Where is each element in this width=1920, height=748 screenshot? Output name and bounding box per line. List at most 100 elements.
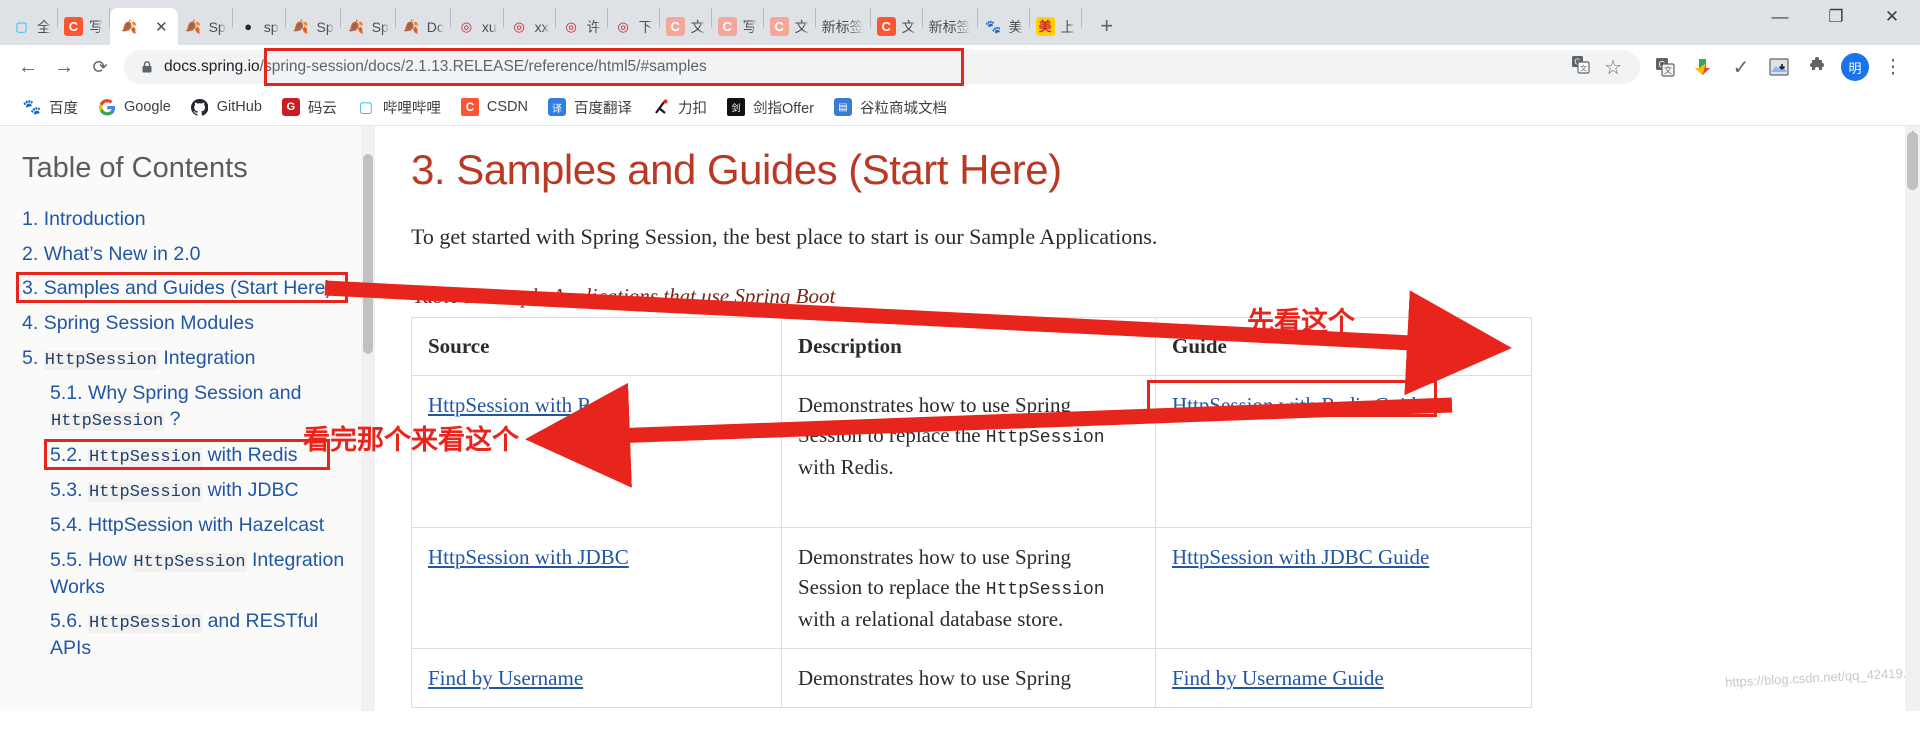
minimize-button[interactable]: — <box>1752 0 1808 33</box>
browser-tab[interactable]: 🍂 Sp <box>341 8 395 45</box>
tab-title: 新标签 <box>928 18 971 35</box>
table-row: HttpSession with JDBC Demonstrates how t… <box>411 527 1532 649</box>
toc-link-samples-and-guides[interactable]: 3. Samples and Guides (Start Here) <box>22 277 332 299</box>
profile-avatar[interactable]: 明 <box>1838 50 1872 84</box>
page-scrollbar-thumb[interactable] <box>1907 132 1918 190</box>
extensions-puzzle-icon[interactable] <box>1800 50 1834 84</box>
tab-separator <box>1080 8 1082 28</box>
browser-tab[interactable]: 🍂 Dc <box>396 8 450 45</box>
sample-applications-table: Source Description Guide HttpSession wit… <box>411 317 1532 709</box>
browser-tab[interactable]: ● sp <box>233 8 285 45</box>
cell-source: HttpSession with Redis <box>411 375 782 528</box>
bookmark-item[interactable]: Google <box>89 94 180 120</box>
csdn-icon: C <box>665 17 685 36</box>
toc-link-httpsession-integration[interactable]: 5. HttpSession Integration <box>22 347 255 370</box>
cell-guide: HttpSession with Redis Guide <box>1147 375 1532 528</box>
link-httpsession-with-redis-guide[interactable]: HttpSession with Redis Guide <box>1172 393 1426 417</box>
bookmark-label: Google <box>124 99 171 115</box>
bookmark-item[interactable]: GitHub <box>182 94 271 120</box>
toc-link-introduction[interactable]: 1. Introduction <box>22 208 146 230</box>
omnibox-container: docs.spring.io/spring-session/docs/2.1.1… <box>124 48 1640 86</box>
toc-link-how-httpsession-works[interactable]: 5.5. How HttpSession Integration Works <box>50 549 344 597</box>
browser-tab-strip: ▢ 全 C 写 🍂 ✕ 🍂 Sp ● sp 🍂 Sp 🍂 Sp 🍂 Dc ◎ x… <box>0 0 1920 45</box>
avatar: 明 <box>1841 53 1869 81</box>
bookmark-item[interactable]: 力扣 <box>643 93 716 122</box>
checkmark-extension-icon[interactable]: ✓ <box>1724 50 1758 84</box>
browser-tab[interactable]: 🍂 Sp <box>286 8 340 45</box>
toc-link-spring-session-modules[interactable]: 4. Spring Session Modules <box>22 312 254 334</box>
toc-item-5-5: 5.5. How HttpSession Integration Works <box>22 548 357 600</box>
browser-tab[interactable]: ◎ xx <box>504 8 555 45</box>
chrome-menu-button[interactable]: ⋮ <box>1876 50 1910 84</box>
toc-link-httpsession-with-redis[interactable]: 5.2. HttpSession with Redis <box>50 444 298 467</box>
link-httpsession-with-redis[interactable]: HttpSession with Redis <box>428 393 625 417</box>
browser-tab[interactable]: ◎ xu <box>451 8 503 45</box>
bookmark-label: 码云 <box>307 100 337 117</box>
link-find-by-username-guide[interactable]: Find by Username Guide <box>1172 666 1384 690</box>
bookmark-item[interactable]: G 码云 <box>273 93 346 122</box>
bookmark-item[interactable]: C CSDN <box>452 94 537 120</box>
toc-link-httpsession-with-hazelcast[interactable]: 5.4. HttpSession with Hazelcast <box>50 514 324 536</box>
tab-close-icon[interactable]: ✕ <box>155 18 168 36</box>
bookmark-item[interactable]: ▢ 哔哩哔哩 <box>348 93 450 122</box>
link-httpsession-with-jdbc[interactable]: HttpSession with JDBC <box>428 545 629 569</box>
tab-title: 文 <box>901 18 916 35</box>
toc-scrollbar[interactable] <box>361 126 375 711</box>
new-tab-button[interactable]: + <box>1090 9 1124 43</box>
bookmark-item[interactable]: 剑 剑指Offer <box>718 93 823 122</box>
browser-tab[interactable]: ▢ 全 <box>6 8 57 45</box>
browser-tab[interactable]: 美 上 <box>1030 8 1081 45</box>
link-find-by-username[interactable]: Find by Username <box>428 666 583 690</box>
column-header-source: Source <box>411 317 782 376</box>
forward-button[interactable]: → <box>46 49 82 85</box>
link-httpsession-with-jdbc-guide[interactable]: HttpSession with JDBC Guide <box>1172 545 1429 569</box>
browser-tab[interactable]: 新标签 <box>816 8 870 45</box>
bookmark-star-icon[interactable]: ☆ <box>1604 55 1622 80</box>
translate-icon[interactable]: G 文 <box>1571 55 1590 79</box>
bookmark-item[interactable]: ▤ 谷粒商城文档 <box>825 93 956 122</box>
page-scrollbar[interactable]: ▲ <box>1905 126 1920 711</box>
tab-title: 上 <box>1060 18 1075 35</box>
close-button[interactable]: ✕ <box>1864 0 1920 33</box>
bookmark-item[interactable]: 译 百度翻译 <box>539 93 641 122</box>
browser-tab[interactable]: ◎ 许 <box>556 8 607 45</box>
browser-tab[interactable]: 🍂 Sp <box>178 8 232 45</box>
toc-link-whats-new[interactable]: 2. What’s New in 2.0 <box>22 243 200 265</box>
bookmark-item[interactable]: 🐾 百度 <box>14 93 87 122</box>
browser-tab[interactable]: 新标签 <box>923 8 977 45</box>
google-translate-extension-icon[interactable]: G 文 <box>1648 50 1682 84</box>
downloader-extension-icon[interactable] <box>1686 50 1720 84</box>
browser-tab[interactable]: C 文 <box>660 8 711 45</box>
toc-item-5-6: 5.6. HttpSession and RESTful APIs <box>22 609 357 661</box>
browser-tab[interactable]: C 写 <box>712 8 763 45</box>
browser-tab-active[interactable]: 🍂 ✕ <box>110 8 178 45</box>
gitee-icon: ◎ <box>460 19 473 34</box>
reload-button[interactable]: ⟳ <box>82 49 118 85</box>
browser-tab[interactable]: C 写 <box>58 8 109 45</box>
cell-description: Demonstrates how to use Spring <box>781 647 1156 709</box>
tab-title: 文 <box>690 18 705 35</box>
maximize-button[interactable]: ❐ <box>1808 0 1864 33</box>
docs-icon: ▤ <box>833 98 852 116</box>
google-icon <box>98 98 116 116</box>
browser-tab[interactable]: 🐾 美 <box>978 8 1029 45</box>
page-title: 3. Samples and Guides (Start Here) <box>411 146 1062 193</box>
toc-link-httpsession-with-jdbc[interactable]: 5.3. HttpSession with JDBC <box>50 479 299 502</box>
tab-title: 写 <box>89 18 103 35</box>
screenshot-extension-icon[interactable] <box>1762 50 1796 84</box>
browser-tab[interactable]: C 文 <box>764 8 815 45</box>
tab-title: 文 <box>794 18 809 35</box>
svg-text:文: 文 <box>1664 65 1672 75</box>
browser-tab[interactable]: C 文 <box>871 8 922 45</box>
back-button[interactable]: ← <box>10 49 46 85</box>
toc-link-httpsession-restful-apis[interactable]: 5.6. HttpSession and RESTful APIs <box>50 610 318 658</box>
cell-source: HttpSession with JDBC <box>411 527 782 649</box>
browser-tab[interactable]: ◎ 下 <box>608 8 659 45</box>
url-host: docs.spring.io <box>164 58 260 75</box>
table-header-row: Source Description Guide <box>411 317 1532 376</box>
document-content: 3. Samples and Guides (Start Here) To ge… <box>375 126 1920 711</box>
toc-scrollbar-thumb[interactable] <box>363 154 373 354</box>
toc-link-why-spring-session[interactable]: 5.1. Why Spring Session and HttpSession … <box>50 382 301 432</box>
meituan-icon: 美 <box>1035 17 1055 36</box>
address-bar[interactable]: docs.spring.io/spring-session/docs/2.1.1… <box>124 50 1640 84</box>
